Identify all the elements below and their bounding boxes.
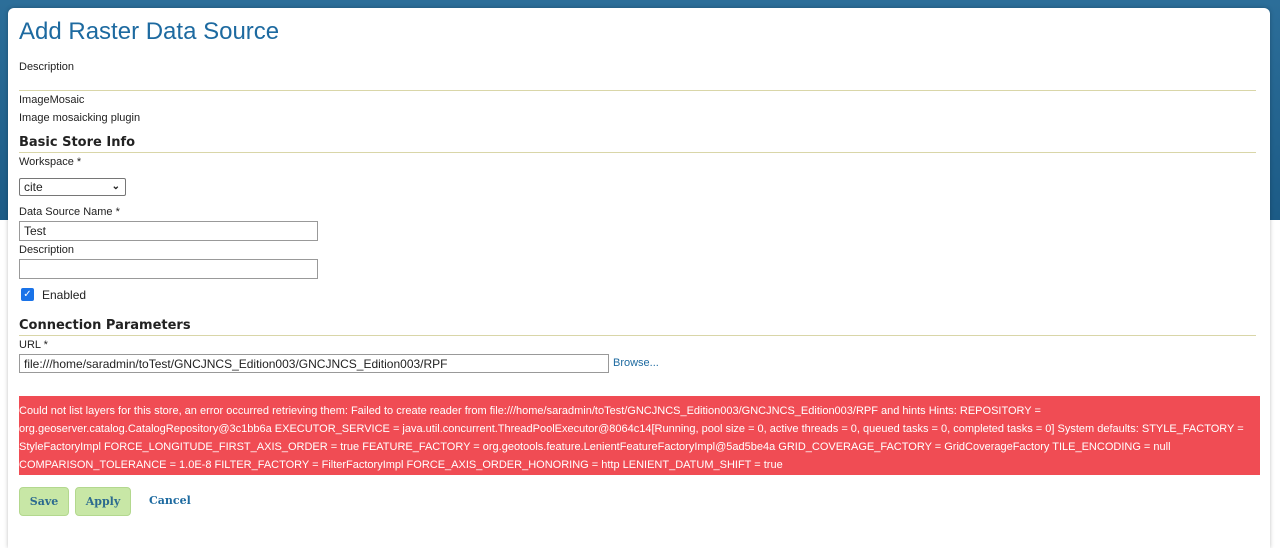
apply-button[interactable]: Apply bbox=[75, 487, 131, 516]
browse-link[interactable]: Browse... bbox=[613, 357, 659, 369]
chevron-down-icon: ⌄ bbox=[111, 181, 120, 192]
url-label: URL * bbox=[19, 339, 48, 351]
description-input[interactable] bbox=[19, 259, 318, 279]
workspace-label: Workspace * bbox=[19, 156, 82, 168]
save-button[interactable]: Save bbox=[19, 487, 69, 516]
page-title: Add Raster Data Source bbox=[19, 18, 280, 45]
description-label: Description bbox=[19, 61, 75, 73]
error-text: Could not list layers for this store, an… bbox=[19, 405, 1244, 471]
data-source-name-input[interactable]: Test bbox=[19, 221, 318, 241]
enabled-checkbox[interactable]: ✓ bbox=[21, 288, 34, 301]
url-input[interactable]: file:///home/saradmin/toTest/GNCJNCS_Edi… bbox=[19, 354, 609, 373]
workspace-select-value: cite bbox=[24, 180, 43, 194]
basic-store-info-title: Basic Store Info bbox=[19, 135, 136, 150]
description-field-label: Description bbox=[19, 244, 75, 256]
divider bbox=[19, 152, 1256, 153]
error-message: Could not list layers for this store, an… bbox=[19, 396, 1260, 475]
divider bbox=[19, 90, 1256, 91]
connection-parameters-title: Connection Parameters bbox=[19, 318, 191, 333]
data-source-name-label: Data Source Name * bbox=[19, 206, 120, 218]
plugin-name: ImageMosaic bbox=[19, 94, 85, 106]
enabled-label: Enabled bbox=[42, 288, 87, 302]
cancel-button[interactable]: Cancel bbox=[149, 494, 191, 507]
workspace-select[interactable]: cite ⌄ bbox=[19, 178, 126, 196]
plugin-description: Image mosaicking plugin bbox=[19, 112, 141, 124]
divider bbox=[19, 335, 1256, 336]
